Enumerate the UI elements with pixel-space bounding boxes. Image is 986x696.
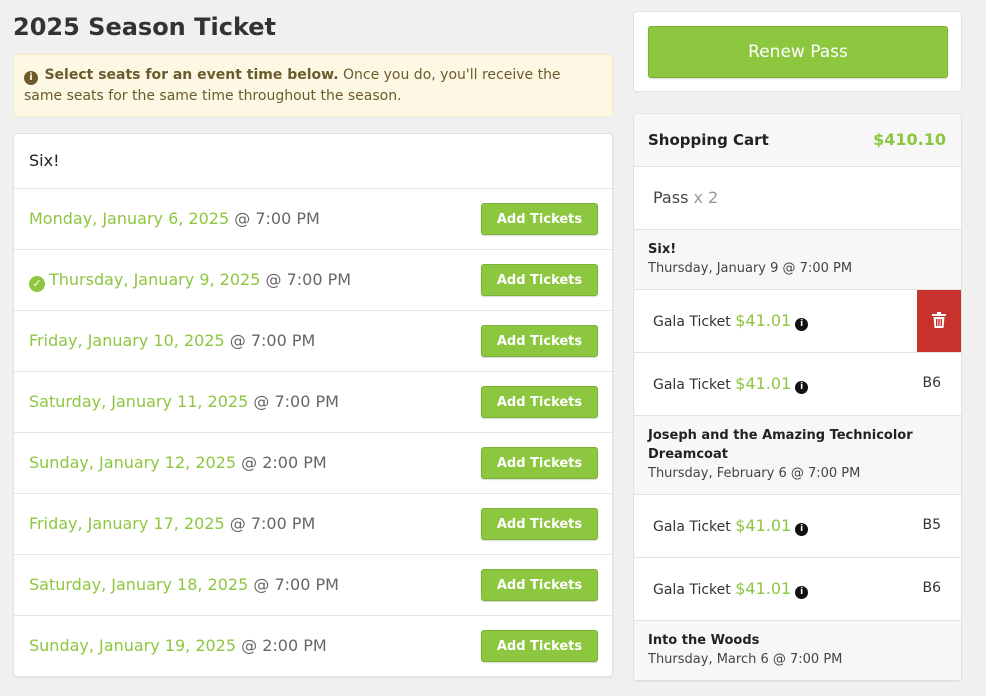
event-date[interactable]: Saturday, January 18, 2025 [29,575,248,594]
pass-quantity: x 2 [688,188,719,207]
ticket-label: Gala Ticket [653,314,731,330]
trash-icon [932,311,946,331]
event-datetime: Sunday, January 19, 2025 @ 2:00 PM [29,616,327,676]
cart-header: Shopping Cart $410.10 [634,114,961,167]
event-datetime: Saturday, January 11, 2025 @ 7:00 PM [29,372,339,432]
renew-card: Renew Pass [633,11,962,92]
cart-ticket-row: Gala Ticket $41.01 i B6 [634,558,961,621]
cart-ticket-row: Gala Ticket $41.01 i B6 [634,353,961,416]
event-datetime: Friday, January 17, 2025 @ 7:00 PM [29,494,315,554]
event-time: @ 7:00 PM [224,514,316,533]
ticket-line: Gala Ticket $41.01 i [653,495,809,558]
add-tickets-button[interactable]: Add Tickets [481,386,598,418]
cart-show-name: Into the Woods [648,633,760,648]
event-date[interactable]: Monday, January 6, 2025 [29,209,229,228]
cart-total: $410.10 [873,130,946,149]
seat-selection-notice: i Select seats for an event time below. … [13,54,613,117]
check-circle-icon: ✓ [29,276,45,292]
event-datetime: Sunday, January 12, 2025 @ 2:00 PM [29,433,327,493]
seat-label: B6 [922,375,941,391]
cart-show-name: Six! [648,242,677,257]
pass-line: Pass x 2 [653,167,718,229]
cart-shows: Six! Thursday, January 9 @ 7:00 PM Gala Ti… [634,230,961,681]
event-time: @ 7:00 PM [224,331,316,350]
notice-bold-text: Select seats for an event time below. [44,67,339,83]
event-date[interactable]: Sunday, January 12, 2025 [29,453,236,472]
ticket-label: Gala Ticket [653,582,731,598]
ticket-price: $41.01 [735,579,792,598]
cart-ticket-row: Gala Ticket $41.01 i B5 [634,495,961,558]
info-icon[interactable]: i [795,318,809,331]
event-row: Saturday, January 18, 2025 @ 7:00 PM Add … [14,555,612,616]
add-tickets-button[interactable]: Add Tickets [481,630,598,662]
event-datetime: Saturday, January 18, 2025 @ 7:00 PM [29,555,339,615]
seat-label: B5 [922,517,941,533]
ticket-label: Gala Ticket [653,377,731,393]
add-tickets-button[interactable]: Add Tickets [481,569,598,601]
event-row: Friday, January 17, 2025 @ 7:00 PM Add Ti… [14,494,612,555]
ticket-line: Gala Ticket $41.01 i [653,558,809,621]
event-row: Monday, January 6, 2025 @ 7:00 PM Add Tic… [14,189,612,250]
event-list: Monday, January 6, 2025 @ 7:00 PM Add Tic… [14,189,612,676]
shopping-cart: Shopping Cart $410.10 Pass x 2 Six! Thurs… [633,113,962,682]
event-date[interactable]: Thursday, January 9, 2025 [49,270,260,289]
info-icon[interactable]: i [795,586,809,599]
event-time: @ 2:00 PM [236,636,327,655]
event-time: @ 7:00 PM [248,575,339,594]
cart-show-header: Joseph and the Amazing Technicolor Dream… [634,416,961,495]
event-show-name: Six! [14,134,612,189]
event-date[interactable]: Friday, January 10, 2025 [29,331,225,350]
pass-label: Pass [653,188,689,207]
renew-pass-button[interactable]: Renew Pass [648,26,948,78]
ticket-line: Gala Ticket $41.01 i [653,290,809,353]
event-date[interactable]: Saturday, January 11, 2025 [29,392,248,411]
ticket-label: Gala Ticket [653,519,731,535]
seat-label: B6 [922,580,941,596]
ticket-price: $41.01 [735,374,792,393]
add-tickets-button[interactable]: Add Tickets [481,203,598,235]
add-tickets-button[interactable]: Add Tickets [481,325,598,357]
event-row: Friday, January 10, 2025 @ 7:00 PM Add Ti… [14,311,612,372]
ticket-price: $41.01 [735,516,792,535]
event-time: @ 7:00 PM [229,209,320,228]
cart-pass-row: Pass x 2 [634,167,961,230]
event-datetime: Monday, January 6, 2025 @ 7:00 PM [29,189,320,249]
event-datetime: ✓ Thursday, January 9, 2025 @ 7:00 PM [29,250,351,310]
info-icon[interactable]: i [795,381,809,394]
event-date[interactable]: Sunday, January 19, 2025 [29,636,236,655]
event-time: @ 7:00 PM [248,392,339,411]
add-tickets-button[interactable]: Add Tickets [481,508,598,540]
cart-title: Shopping Cart [648,131,769,149]
add-tickets-button[interactable]: Add Tickets [481,447,598,479]
cart-show-time: Thursday, March 6 @ 7:00 PM [648,652,843,667]
cart-ticket-row: Gala Ticket $41.01 i [634,290,961,353]
event-time: @ 2:00 PM [236,453,327,472]
ticket-line: Gala Ticket $41.01 i [653,353,809,416]
event-row: Saturday, January 11, 2025 @ 7:00 PM Add … [14,372,612,433]
cart-show-header: Six! Thursday, January 9 @ 7:00 PM [634,230,961,290]
info-icon[interactable]: i [795,523,809,536]
event-row: Sunday, January 12, 2025 @ 2:00 PM Add Ti… [14,433,612,494]
info-icon: i [24,71,38,85]
event-row: Sunday, January 19, 2025 @ 2:00 PM Add Ti… [14,616,612,676]
ticket-price: $41.01 [735,311,792,330]
event-datetime: Friday, January 10, 2025 @ 7:00 PM [29,311,315,371]
page-title: 2025 Season Ticket [13,13,277,41]
cart-show-time: Thursday, January 9 @ 7:00 PM [648,261,853,276]
event-row: ✓ Thursday, January 9, 2025 @ 7:00 PM Add … [14,250,612,311]
event-time: @ 7:00 PM [260,270,352,289]
delete-ticket-button[interactable] [917,290,961,352]
add-tickets-button[interactable]: Add Tickets [481,264,598,296]
sidebar: Renew Pass Shopping Cart $410.10 Pass x … [633,11,962,682]
cart-show-name: Joseph and the Amazing Technicolor Dream… [648,428,913,462]
main-column: 2025 Season Ticket i Select seats for an… [13,0,613,677]
cart-show-time: Thursday, February 6 @ 7:00 PM [648,466,861,481]
cart-show-header: Into the Woods Thursday, March 6 @ 7:00 P… [634,621,961,681]
event-times-panel: Six! Monday, January 6, 2025 @ 7:00 PM Ad… [13,133,613,677]
event-date[interactable]: Friday, January 17, 2025 [29,514,225,533]
